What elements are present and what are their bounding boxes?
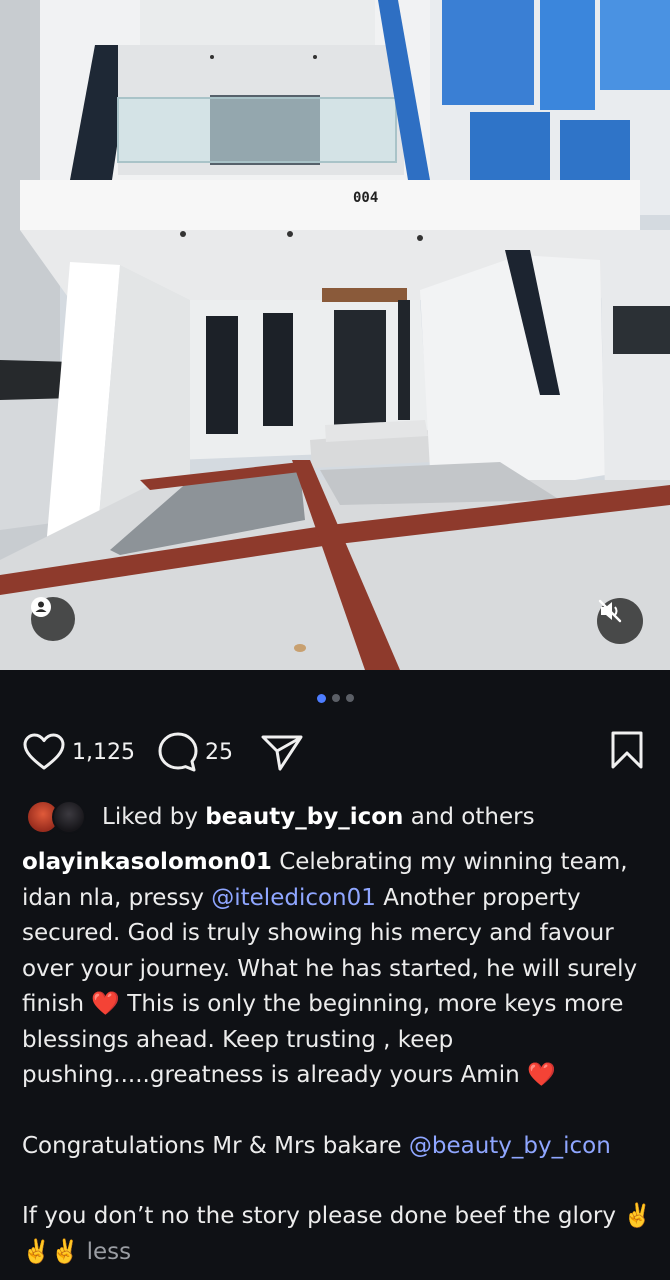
caption-text: If you don’t no the story please done be… [22,1203,617,1229]
house-illustration: 004 [0,0,670,670]
like-action[interactable]: 1,125 [22,732,135,772]
post-caption: olayinkasolomon01 Celebrating my winning… [22,845,652,1270]
caption-paragraph: olayinkasolomon01 Celebrating my winning… [22,845,652,1094]
comment-count[interactable]: 25 [205,740,233,765]
heart-emoji: ❤️ [527,1062,556,1088]
share-action[interactable] [260,733,304,771]
caption-paragraph: If you don’t no the story please done be… [22,1199,652,1270]
liked-by-text[interactable]: Liked by beauty_by_icon and others [102,804,535,830]
caption-mention[interactable]: @beauty_by_icon [409,1133,611,1159]
carousel-dot-active [316,693,326,703]
carousel-indicator [0,693,670,703]
caption-username[interactable]: olayinkasolomon01 [22,849,272,875]
caption-paragraph: Congratulations Mr & Mrs bakare @beauty_… [22,1129,652,1165]
liked-by-prefix: Liked by [102,804,198,830]
liked-by-suffix: and others [410,804,535,830]
save-action[interactable] [610,730,644,770]
heart-emoji: ❤️ [91,991,120,1017]
speaker-muted-icon [598,599,622,623]
tag-user-button[interactable] [31,597,75,641]
heart-outline-icon[interactable] [22,732,66,772]
liked-by-row[interactable]: Liked by beauty_by_icon and others [26,800,535,834]
bookmark-icon[interactable] [610,730,644,770]
caption-text: Congratulations Mr & Mrs bakare [22,1132,409,1159]
house-number: 004 [353,190,378,206]
liker-avatars [26,800,90,834]
show-less-link[interactable]: less [87,1239,132,1265]
post-photo[interactable]: 004 [0,0,670,670]
user-tag-icon [31,597,51,617]
post-action-bar: 1,125 25 [22,729,648,775]
caption-mention[interactable]: @iteledicon01 [211,885,376,911]
carousel-dot [331,694,340,702]
mute-toggle-button[interactable] [597,598,643,644]
paper-plane-icon[interactable] [260,733,304,771]
avatar [52,800,86,834]
like-count[interactable]: 1,125 [72,740,135,765]
liked-by-user[interactable]: beauty_by_icon [205,804,403,830]
carousel-dot [345,694,354,702]
comment-bubble-icon[interactable] [157,731,199,773]
comment-action[interactable]: 25 [157,731,233,773]
